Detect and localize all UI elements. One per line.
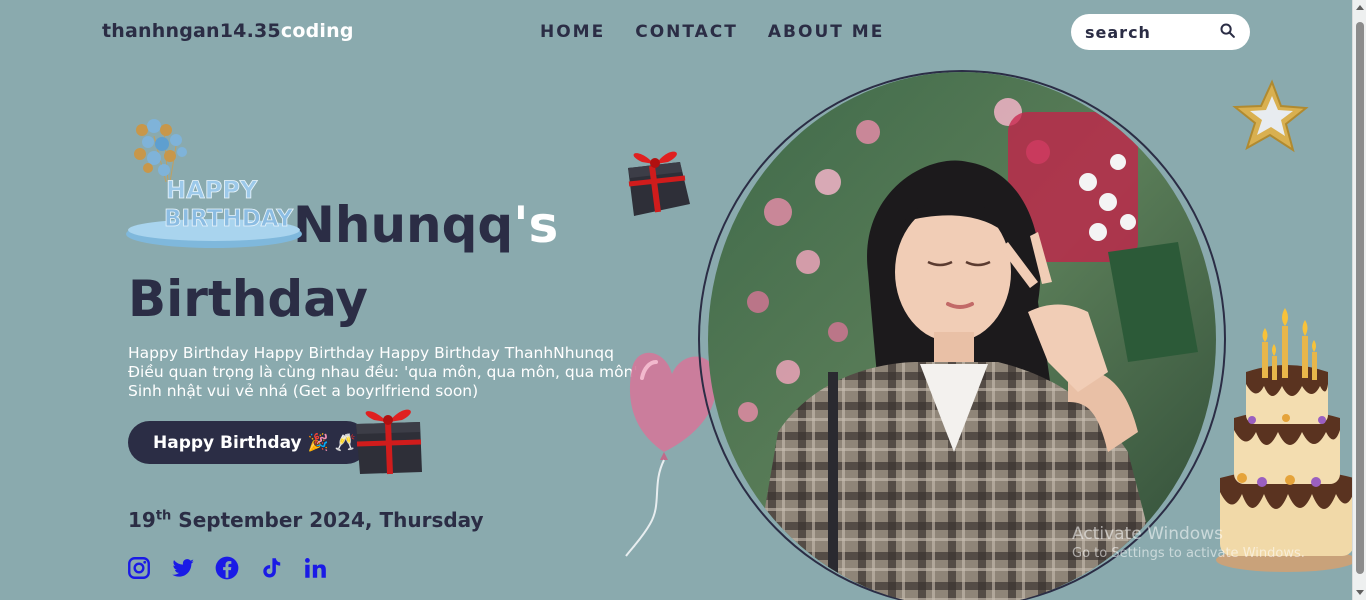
hero-title-line2: Birthday bbox=[128, 270, 368, 328]
activate-windows-watermark: Activate Windows Go to Settings to activ… bbox=[1072, 524, 1305, 561]
scroll-down-arrow-icon[interactable] bbox=[1356, 590, 1364, 595]
gift-box-icon bbox=[618, 144, 696, 228]
desc-line-1: Happy Birthday Happy Birthday Happy Birt… bbox=[128, 344, 614, 362]
date-rest: September 2024, Thursday bbox=[171, 508, 484, 532]
date-suffix: th bbox=[155, 508, 172, 524]
profile-photo bbox=[708, 72, 1216, 600]
site-logo[interactable]: thanhngan14.35coding bbox=[102, 20, 354, 42]
desc-line-2: Điều quan trọng là cùng nhau đều: 'qua m… bbox=[128, 363, 638, 381]
happy-birthday-button[interactable]: Happy Birthday 🎉 🥂 bbox=[128, 421, 368, 464]
logo-text-light: coding bbox=[280, 20, 354, 42]
search-box bbox=[1071, 14, 1250, 50]
nav-home[interactable]: HOME bbox=[540, 22, 605, 42]
gift-box-icon bbox=[350, 400, 428, 484]
nav-contact[interactable]: CONTACT bbox=[635, 22, 738, 42]
hero-title-name: Nhunqq bbox=[293, 196, 514, 254]
social-links bbox=[126, 554, 328, 582]
hero-title-apostrophe: 's bbox=[513, 196, 559, 254]
search-input[interactable] bbox=[1085, 22, 1205, 42]
desc-line-3: Sinh nhật vui vẻ nhá (Get a boyrlfriend … bbox=[128, 382, 479, 400]
scroll-up-arrow-icon[interactable] bbox=[1356, 5, 1364, 10]
instagram-icon[interactable] bbox=[126, 554, 152, 582]
linkedin-icon[interactable] bbox=[302, 554, 328, 582]
hero-description: Happy Birthday Happy Birthday Happy Birt… bbox=[128, 344, 658, 401]
watermark-line1: Activate Windows bbox=[1072, 524, 1223, 544]
sign-text-birthday: BIRTHDAY bbox=[164, 206, 293, 232]
sign-text-happy: HAPPY bbox=[166, 176, 258, 204]
page-scrollbar[interactable] bbox=[1352, 0, 1366, 600]
scrollbar-thumb[interactable] bbox=[1356, 22, 1364, 574]
twitter-icon[interactable] bbox=[170, 554, 196, 582]
logo-text-dark: thanhngan14.35 bbox=[102, 20, 281, 42]
star-icon bbox=[1232, 78, 1310, 158]
facebook-icon[interactable] bbox=[214, 554, 240, 582]
date-day: 19 bbox=[128, 508, 156, 532]
birthday-date: 19th September 2024, Thursday bbox=[128, 508, 484, 532]
nav-about-me[interactable]: ABOUT ME bbox=[768, 22, 884, 42]
happy-birthday-sign: HAPPY BIRTHDAY bbox=[124, 116, 306, 252]
main-nav: HOME CONTACT ABOUT ME bbox=[540, 22, 884, 42]
tiktok-icon[interactable] bbox=[258, 554, 284, 582]
watermark-line2: Go to Settings to activate Windows. bbox=[1072, 546, 1305, 561]
search-icon[interactable] bbox=[1219, 22, 1236, 43]
